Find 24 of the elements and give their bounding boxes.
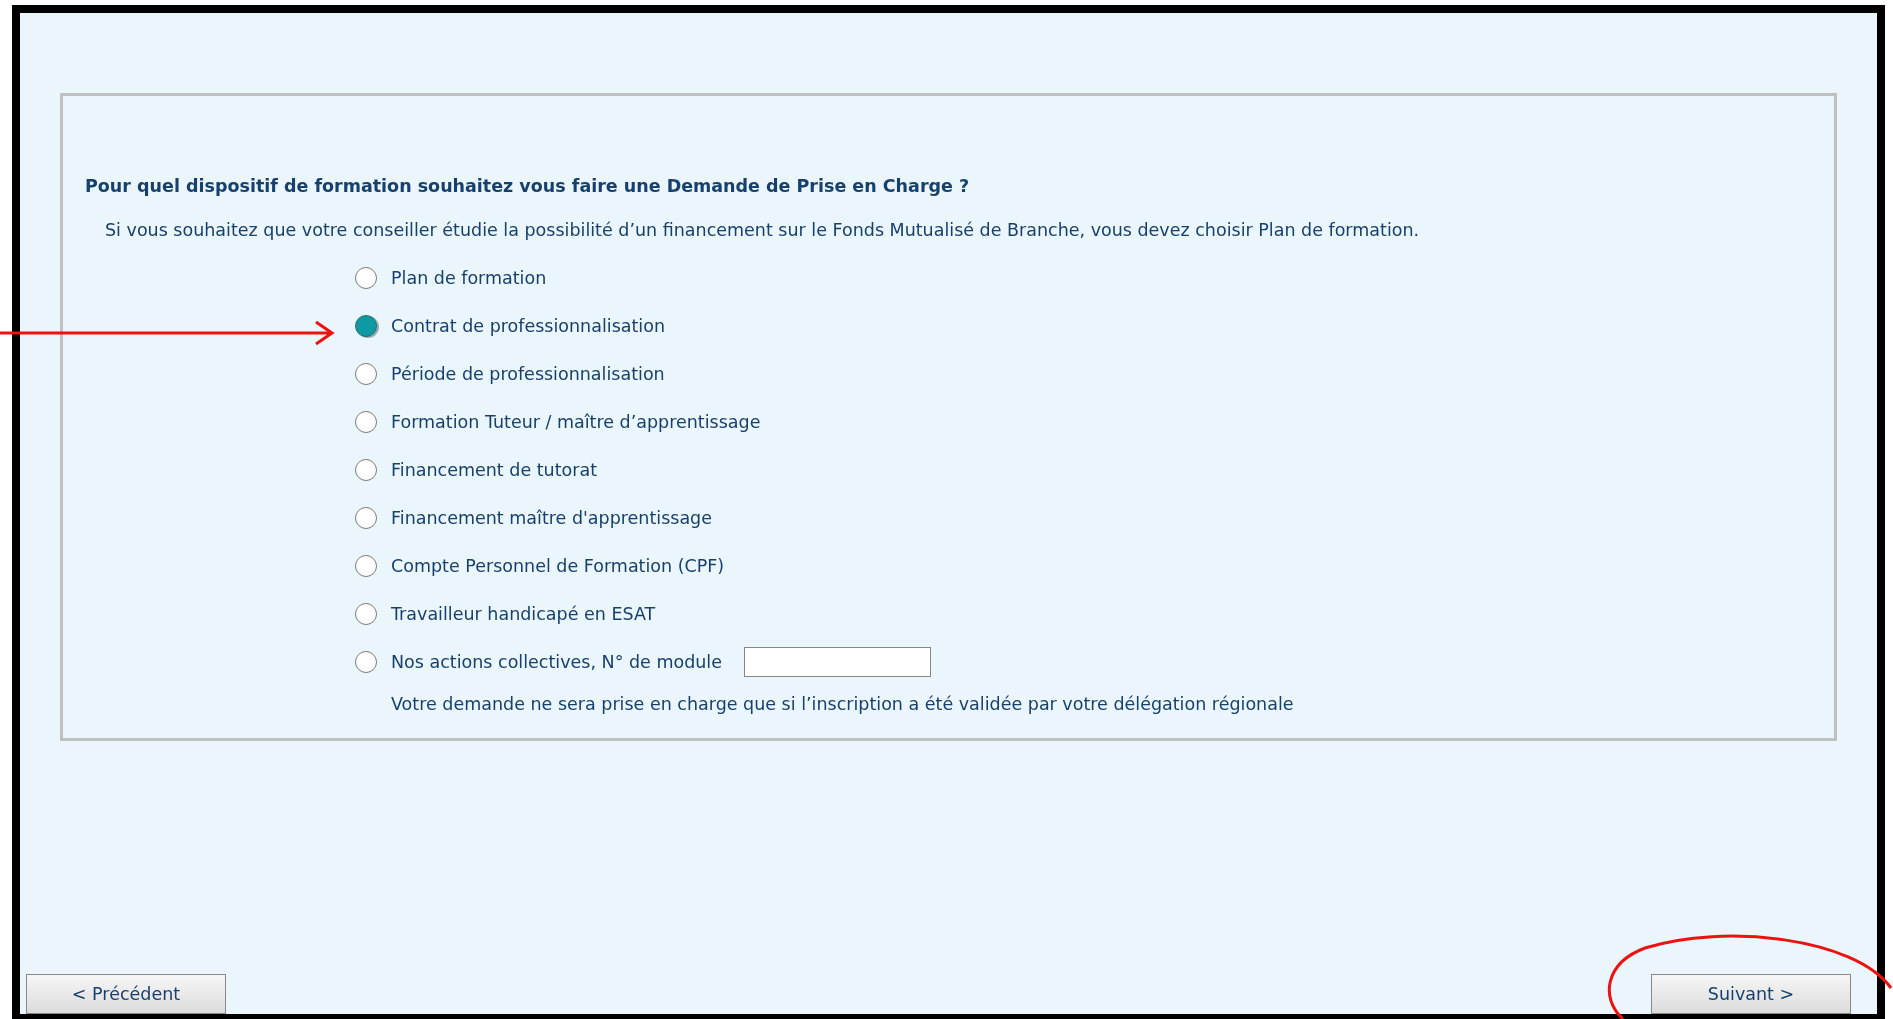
module-number-field[interactable] bbox=[744, 647, 931, 677]
radio-button[interactable] bbox=[355, 267, 377, 289]
option-label[interactable]: Compte Personnel de Formation (CPF) bbox=[391, 556, 725, 576]
option-label[interactable]: Plan de formation bbox=[391, 268, 547, 288]
option-label[interactable]: Période de professionnalisation bbox=[391, 364, 665, 384]
note-text: Votre demande ne sera prise en charge que si l’inscription a été validée par votre délégation régionale bbox=[391, 694, 1295, 714]
hint-text: Si vous souhaitez que votre conseiller étudie la possibilité d’un financement sur le Fonds Mutualisé de Branche, vous devez choisir Plan de formation. bbox=[105, 220, 1421, 240]
radio-button[interactable] bbox=[355, 507, 377, 529]
option-label[interactable]: Travailleur handicapé en ESAT bbox=[391, 604, 656, 624]
radio-button[interactable] bbox=[355, 459, 377, 481]
option-label[interactable]: Financement maître d'apprentissage bbox=[391, 508, 712, 528]
option-label[interactable]: Contrat de professionnalisation bbox=[391, 316, 665, 336]
option-label[interactable]: Nos actions collectives, N° de module bbox=[391, 652, 722, 672]
radio-button[interactable] bbox=[355, 315, 377, 337]
radio-button[interactable] bbox=[355, 651, 377, 673]
question-heading: Pour quel dispositif de formation souhaitez vous faire une Demande de Prise en Charge ? bbox=[85, 176, 971, 196]
option-label[interactable]: Financement de tutorat bbox=[391, 460, 598, 480]
radio-button[interactable] bbox=[355, 603, 377, 625]
radio-button[interactable] bbox=[355, 363, 377, 385]
next-button[interactable]: Suivant > bbox=[1651, 974, 1851, 1014]
option-label[interactable]: Formation Tuteur / maître d’apprentissage bbox=[391, 412, 761, 432]
previous-button[interactable]: < Précédent bbox=[26, 974, 226, 1014]
radio-button[interactable] bbox=[355, 411, 377, 433]
radio-button[interactable] bbox=[355, 555, 377, 577]
